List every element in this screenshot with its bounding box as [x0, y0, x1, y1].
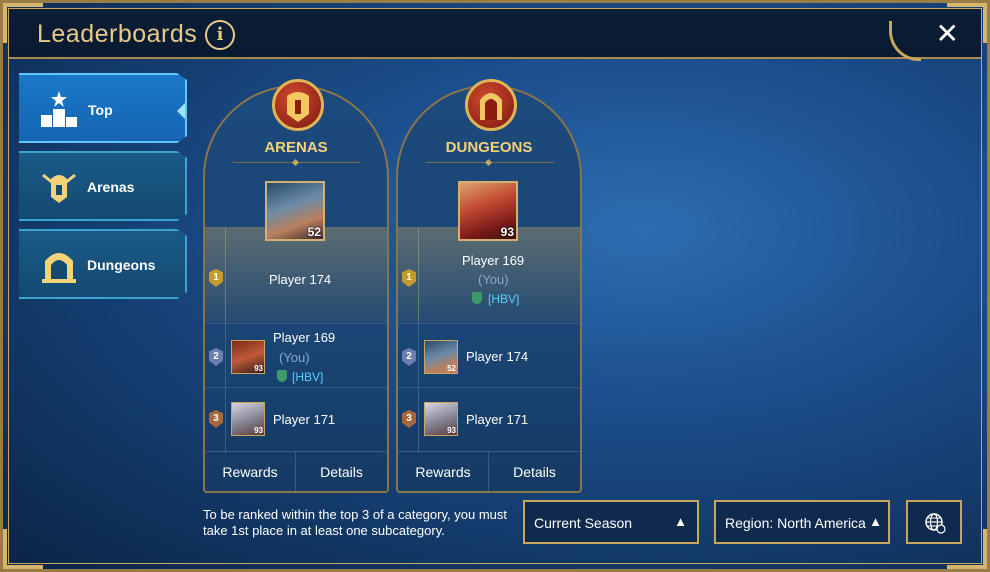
- player-name: Player 174: [269, 272, 332, 287]
- dungeon-gate-icon: [42, 253, 76, 283]
- region-label: Region: North America: [725, 515, 866, 531]
- ranking-note: To be ranked within the top 3 of a categ…: [203, 507, 507, 538]
- details-button[interactable]: Details: [296, 452, 387, 492]
- you-label: (You): [478, 272, 509, 287]
- divider: [225, 324, 226, 387]
- sidebar-item-label: Top: [88, 102, 113, 118]
- sidebar-item-label: Dungeons: [87, 257, 156, 273]
- clan-shield-icon: [277, 370, 287, 382]
- avatar[interactable]: 93: [458, 181, 518, 241]
- player-name: Player 169: [462, 253, 525, 268]
- avatar[interactable]: 93: [231, 340, 265, 374]
- card-title: DUNGEONS: [445, 139, 533, 156]
- region-dropdown[interactable]: Region: North America ▲: [714, 500, 890, 544]
- rank-2-row[interactable]: 2 52 Player 174: [398, 323, 580, 387]
- gold-medal-icon: 1: [209, 269, 223, 287]
- clan-shield-icon: [472, 292, 482, 304]
- podium-icon: [41, 91, 77, 127]
- rank-3-row[interactable]: 3 93 Player 171: [398, 387, 580, 453]
- arenas-card: ARENAS 1 Player 174 52 2 93 Player 169 (…: [203, 79, 389, 493]
- player-name: Player 169: [273, 330, 336, 345]
- level-badge: 52: [447, 364, 456, 373]
- rank-1-row[interactable]: 1 Player 169 (You) [HBV]: [398, 227, 580, 323]
- level-badge: 93: [254, 364, 263, 373]
- sidebar-item-arenas[interactable]: Arenas: [19, 151, 187, 221]
- season-dropdown[interactable]: Current Season ▲: [523, 500, 699, 544]
- divider: [225, 227, 226, 323]
- region-settings-button[interactable]: [906, 500, 962, 544]
- player-name: Player 171: [466, 412, 529, 427]
- divider: [418, 227, 419, 323]
- rank-3-row[interactable]: 3 93 Player 171: [205, 387, 387, 453]
- divider: [418, 388, 419, 453]
- level-badge: 93: [447, 426, 456, 435]
- silver-medal-icon: 2: [402, 348, 416, 366]
- gold-medal-icon: 1: [402, 269, 416, 287]
- rank-2-row[interactable]: 2 93 Player 169 (You) [HBV]: [205, 323, 387, 387]
- clan-tag[interactable]: [HBV]: [292, 370, 323, 384]
- level-badge: 93: [500, 225, 514, 239]
- avatar[interactable]: 93: [231, 402, 265, 436]
- rank-1-row[interactable]: 1 Player 174: [205, 227, 387, 323]
- details-button[interactable]: Details: [489, 452, 580, 492]
- avatar[interactable]: 93: [424, 402, 458, 436]
- season-label: Current Season: [534, 515, 633, 531]
- avatar[interactable]: 52: [424, 340, 458, 374]
- close-icon[interactable]: ✕: [936, 17, 959, 50]
- divider: [233, 162, 361, 163]
- bronze-medal-icon: 3: [209, 410, 223, 428]
- frame-corner: [3, 529, 43, 569]
- player-name: Player 171: [273, 412, 336, 427]
- divider: [418, 324, 419, 387]
- level-badge: 93: [254, 426, 263, 435]
- chevron-up-icon: ▲: [869, 514, 882, 529]
- avatar[interactable]: 52: [265, 181, 325, 241]
- card-title: ARENAS: [264, 139, 328, 156]
- card-footer: Rewards Details: [205, 451, 387, 492]
- decorative-hook: [889, 21, 921, 61]
- card-footer: Rewards Details: [398, 451, 580, 492]
- rewards-button[interactable]: Rewards: [398, 452, 489, 492]
- arena-helmet-icon: [272, 79, 324, 131]
- clan-tag[interactable]: [HBV]: [488, 292, 519, 306]
- active-indicator: [177, 103, 185, 119]
- arena-helmet-icon: [42, 173, 76, 203]
- level-badge: 52: [307, 225, 321, 239]
- leaderboards-window: Leaderboards i ✕ Top Arenas Dungeons ARE…: [0, 0, 990, 572]
- sidebar-item-label: Arenas: [87, 179, 135, 195]
- sidebar-item-top[interactable]: Top: [19, 73, 187, 143]
- dungeons-card: DUNGEONS 1 Player 169 (You) [HBV] 93 2 5…: [396, 79, 582, 493]
- globe-settings-icon: [925, 513, 946, 534]
- divider: [225, 388, 226, 453]
- player-name: Player 174: [466, 349, 529, 364]
- header-bar: Leaderboards i ✕: [9, 9, 981, 61]
- chevron-up-icon: ▲: [674, 514, 687, 529]
- sidebar-item-dungeons[interactable]: Dungeons: [19, 229, 187, 299]
- page-title: Leaderboards: [37, 20, 198, 48]
- info-icon[interactable]: i: [205, 20, 235, 50]
- divider: [426, 162, 554, 163]
- rewards-button[interactable]: Rewards: [205, 452, 296, 492]
- dungeon-gate-icon: [465, 79, 517, 131]
- you-label: (You): [279, 350, 310, 365]
- silver-medal-icon: 2: [209, 348, 223, 366]
- bronze-medal-icon: 3: [402, 410, 416, 428]
